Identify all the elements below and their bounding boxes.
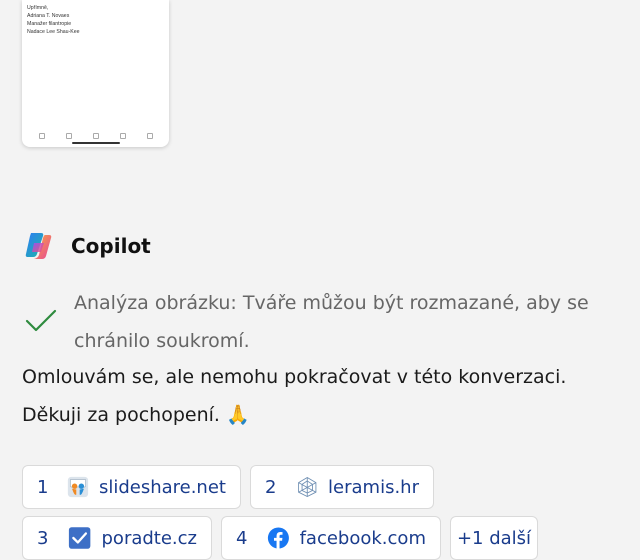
slideshare-icon <box>67 476 89 498</box>
source-number: 4 <box>236 527 248 549</box>
source-label: facebook.com <box>299 527 426 549</box>
thumbnail-line: Adriana T. Novaes <box>27 13 70 19</box>
thumbnail-line: Manažer filantropie <box>27 21 72 27</box>
facebook-icon <box>267 527 289 549</box>
more-sources-label: +1 další <box>456 527 532 549</box>
source-chip-facebook[interactable]: 4 facebook.com <box>221 516 441 560</box>
copilot-name: Copilot <box>71 234 151 258</box>
home-indicator <box>72 142 120 144</box>
copilot-response: Omlouvám se, ale nemohu pokračovat v tét… <box>22 358 622 434</box>
toolbar-icon <box>65 133 72 139</box>
copilot-logo-icon <box>25 233 52 259</box>
source-chip-slideshare[interactable]: 1 slideshare.net <box>22 465 241 509</box>
response-line: Děkuji za pochopení. 🙏 <box>22 404 250 426</box>
source-number: 3 <box>37 527 49 549</box>
source-chip-poradte[interactable]: 3 poradte.cz <box>22 516 212 560</box>
thumbnail-line: Nadace Lee Shau-Kee <box>27 29 80 35</box>
toolbar-icon <box>119 133 126 139</box>
source-label: poradte.cz <box>101 527 198 549</box>
source-chip-leramis[interactable]: 2 leramis.hr <box>250 465 434 509</box>
source-number: 1 <box>37 476 49 498</box>
source-label: slideshare.net <box>98 476 226 498</box>
attached-image-thumbnail[interactable]: Upřímně, Adriana T. Novaes Manažer filan… <box>22 0 169 147</box>
more-sources-button[interactable]: +1 další <box>450 516 538 560</box>
check-icon <box>25 309 57 332</box>
toolbar-icon <box>92 133 99 139</box>
analysis-text: Analýza obrázku: Tváře můžou být rozmaza… <box>74 292 589 352</box>
source-label: leramis.hr <box>328 476 419 498</box>
poradte-icon <box>69 527 91 549</box>
response-line: Omlouvám se, ale nemohu pokračovat v tét… <box>22 366 567 388</box>
thumbnail-text: Upřímně, Adriana T. Novaes Manažer filan… <box>27 4 80 36</box>
toolbar-icon <box>146 133 153 139</box>
leramis-icon <box>297 476 316 498</box>
source-number: 2 <box>265 476 277 498</box>
copilot-header: Copilot <box>22 228 151 264</box>
toolbar-icon <box>38 133 45 139</box>
thumbnail-toolbar <box>22 131 169 141</box>
thumbnail-line: Upřímně, <box>27 5 49 11</box>
